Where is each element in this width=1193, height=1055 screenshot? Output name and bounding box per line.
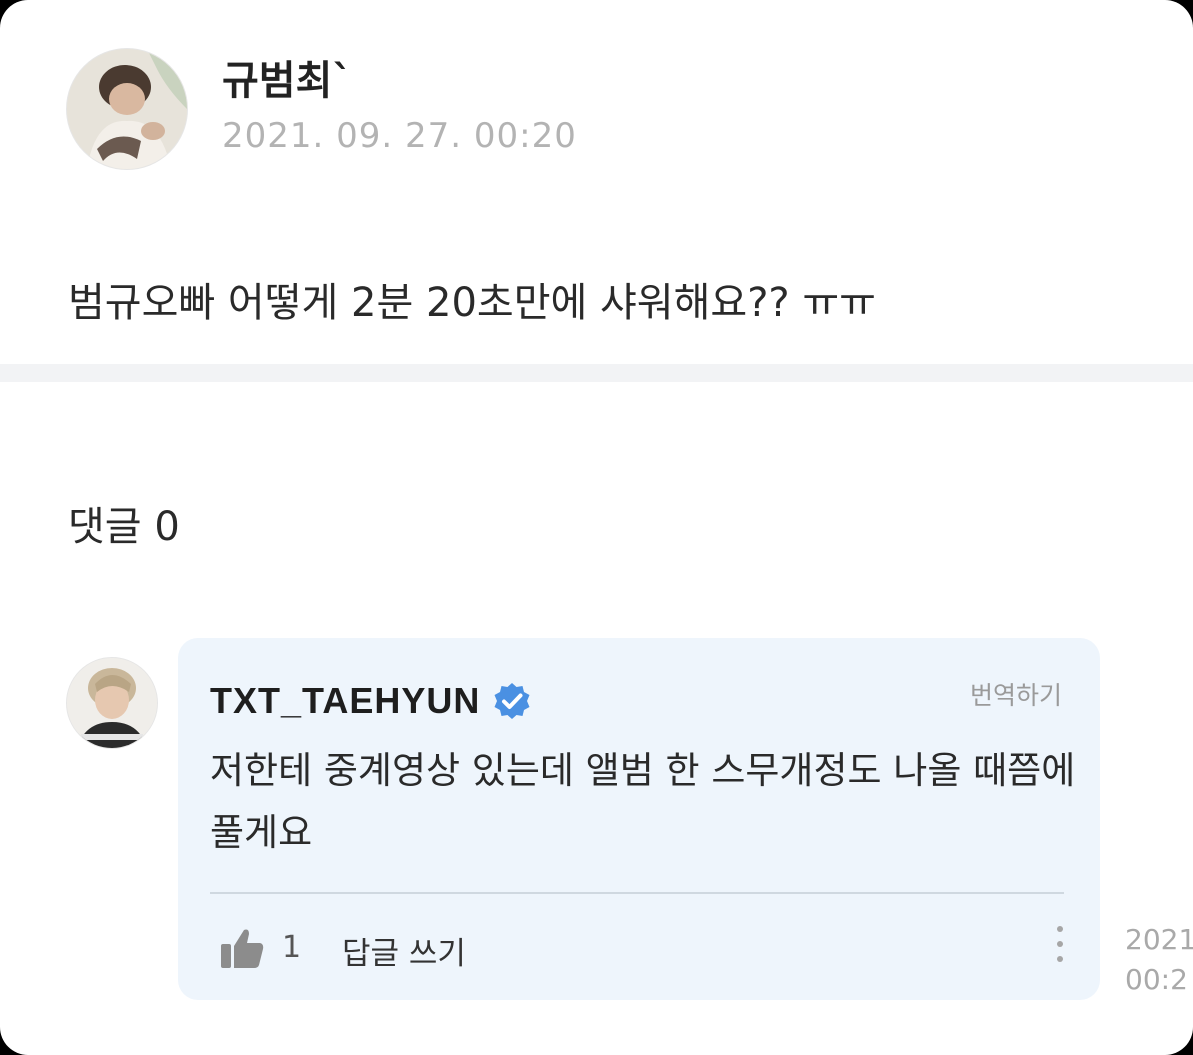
- comment-timestamp-line2: 00:2: [1125, 963, 1188, 996]
- post-author-avatar[interactable]: [66, 48, 188, 170]
- section-divider: [0, 364, 1193, 382]
- reply-button[interactable]: 답글 쓰기: [342, 928, 466, 973]
- comment-divider: [210, 892, 1064, 894]
- translate-button[interactable]: 번역하기: [970, 676, 1062, 712]
- verified-badge-icon: [494, 683, 530, 719]
- comment-body-text: 저한테 중계영상 있는데 앨범 한 스무개정도 나올 때쯤에 풀게요: [210, 749, 1076, 854]
- comment-count-label: 댓글 0: [68, 504, 180, 550]
- comment-author-name[interactable]: TXT_TAEHYUN: [210, 680, 480, 722]
- comment-timestamp: 2021 00:2: [1125, 920, 1193, 1000]
- avatar-photo-icon: [67, 49, 187, 169]
- like-count: 1: [282, 930, 302, 965]
- avatar-photo-icon: [67, 658, 157, 748]
- comment-timestamp-line1: 2021: [1125, 923, 1193, 956]
- comment-author-row: TXT_TAEHYUN: [210, 680, 532, 722]
- post-author-name[interactable]: 규범최`: [222, 48, 352, 106]
- post-screen: 규범최` 2021. 09. 27. 00:20 범규오빠 어떻게 2분 20초…: [0, 0, 1193, 1055]
- comment-card: TXT_TAEHYUN 번역하기 저한테 중계영상 있는데 앨범 한 스무개정도…: [178, 638, 1100, 1000]
- vertical-ellipsis-icon[interactable]: [1050, 926, 1070, 970]
- thumbs-up-icon[interactable]: [218, 924, 266, 972]
- post-timestamp: 2021. 09. 27. 00:20: [222, 116, 577, 156]
- comment-author-avatar[interactable]: [66, 657, 158, 749]
- post-body-text: 범규오빠 어떻게 2분 20초만에 샤워해요?? ㅠㅠ: [68, 280, 876, 326]
